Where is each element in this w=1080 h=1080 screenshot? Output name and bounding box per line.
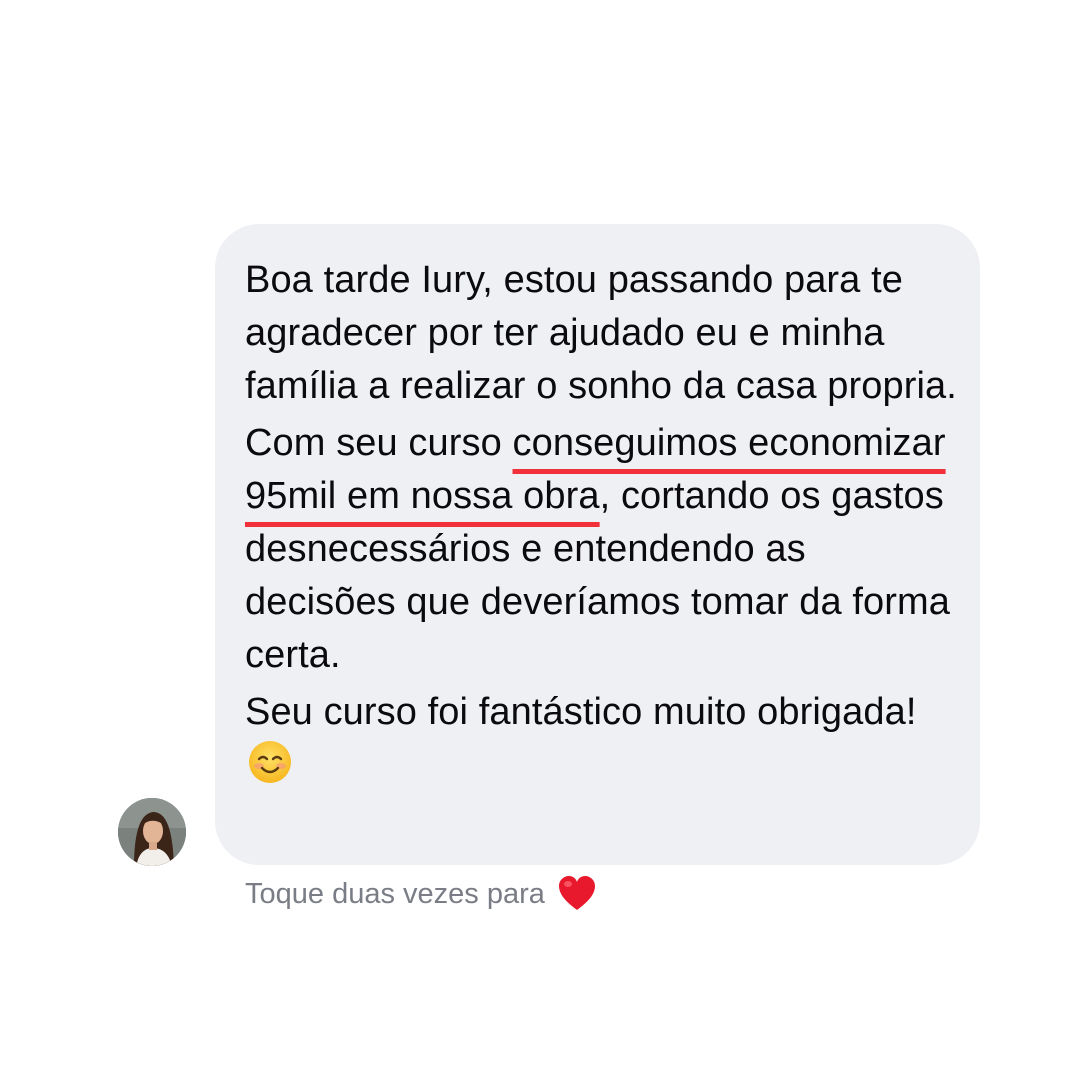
avatar-photo: [118, 798, 186, 866]
message-bubble[interactable]: Boa tarde Iury, estou passando para te a…: [215, 224, 980, 865]
message-text: Com seu curso: [245, 422, 513, 464]
message-paragraph: Seu curso foi fantástico muito obrigada!: [245, 686, 960, 792]
avatar[interactable]: [118, 798, 186, 866]
message-paragraph: Com seu curso conseguimos economizar 95m…: [245, 417, 960, 682]
chat-thread: Boa tarde Iury, estou passando para te a…: [0, 0, 1080, 1080]
message-text: Seu curso foi fantástico muito obrigada!: [245, 691, 917, 733]
reaction-hint: Toque duas vezes para: [245, 872, 597, 916]
heart-icon[interactable]: [557, 874, 597, 914]
message-text: Boa tarde Iury, estou passando para te a…: [245, 259, 957, 407]
smiling-face-icon: [247, 739, 293, 785]
reaction-hint-label: Toque duas vezes para: [245, 877, 545, 910]
message-paragraph: Boa tarde Iury, estou passando para te a…: [245, 254, 960, 413]
